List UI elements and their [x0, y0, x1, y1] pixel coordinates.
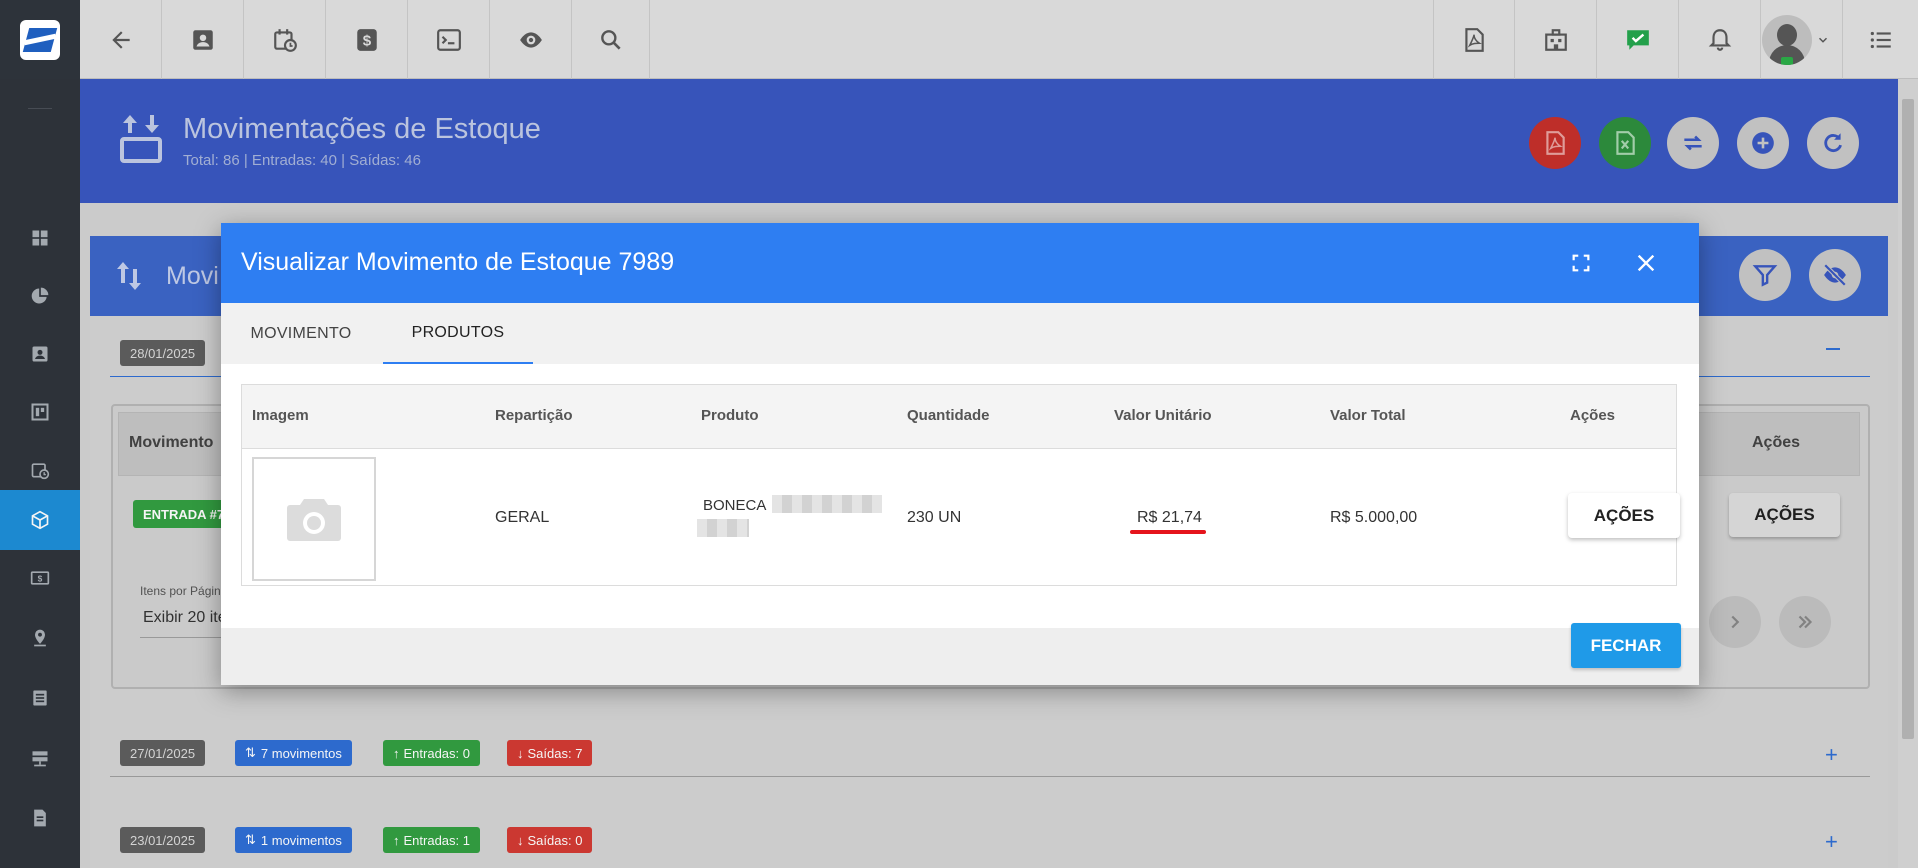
svg-text:$: $ — [362, 32, 371, 49]
pdf-button[interactable] — [1433, 0, 1515, 79]
building-icon — [1544, 28, 1567, 51]
terminal-icon — [436, 28, 461, 51]
notifications-button[interactable] — [1679, 0, 1761, 79]
calendar-clock-icon — [273, 28, 297, 52]
search-button[interactable] — [572, 0, 650, 79]
app-logo[interactable] — [0, 0, 80, 79]
fullscreen-icon — [1572, 254, 1590, 272]
tab-produtos[interactable]: PRODUTOS — [383, 303, 533, 364]
cell-valor-unitario: R$ 21,74 — [1137, 509, 1202, 526]
bell-icon — [1708, 28, 1731, 51]
top-toolbar: $ — [0, 0, 1918, 79]
redacted-text — [772, 495, 882, 513]
avatar — [1761, 14, 1812, 65]
back-arrow-icon — [111, 30, 130, 49]
scrollbar-thumb[interactable] — [1902, 99, 1914, 739]
redacted-text — [697, 519, 749, 537]
search-icon — [600, 29, 621, 50]
dialog-tabs: MOVIMENTO PRODUTOS — [221, 303, 1699, 364]
dialog-body: Imagem Repartição Produto Quantidade Val… — [221, 364, 1699, 628]
column-reparticao: Repartição — [495, 407, 573, 424]
cell-valor-total: R$ 5.000,00 — [1330, 509, 1418, 526]
chevron-down-icon — [1818, 37, 1827, 43]
view-button[interactable] — [490, 0, 572, 79]
cell-reparticao: GERAL — [495, 509, 550, 526]
column-acoes: Ações — [1570, 407, 1616, 424]
dialog-title: Visualizar Movimento de Estoque 7989 — [241, 248, 675, 276]
fechar-button[interactable]: FECHAR — [1571, 623, 1681, 668]
chat-check-icon — [1626, 29, 1649, 50]
camera-icon — [287, 499, 341, 541]
view-movement-dialog: Visualizar Movimento de Estoque 7989 MOV… — [221, 223, 1699, 685]
column-valor-unitario: Valor Unitário — [1114, 407, 1212, 424]
cell-produto: BONECA — [703, 497, 767, 514]
dialog-header: Visualizar Movimento de Estoque 7989 — [221, 223, 1699, 303]
main-menu-button[interactable] — [1843, 0, 1918, 79]
column-valor-total: Valor Total — [1330, 407, 1406, 424]
cell-quantidade: 230 UN — [907, 509, 962, 526]
contact-card-icon — [192, 29, 213, 50]
finance-button[interactable]: $ — [326, 0, 408, 79]
fullscreen-button[interactable] — [1563, 245, 1599, 281]
back-button[interactable] — [80, 0, 162, 79]
dialog-close-button[interactable] — [1628, 245, 1664, 281]
logo-icon — [20, 19, 60, 60]
dollar-icon: $ — [356, 28, 377, 51]
dialog-footer — [221, 628, 1699, 685]
column-imagem: Imagem — [252, 407, 309, 424]
column-produto: Produto — [701, 407, 759, 424]
terminal-button[interactable] — [408, 0, 490, 79]
tab-movimento[interactable]: MOVIMENTO — [221, 303, 381, 364]
product-acoes-button[interactable]: AÇÕES — [1568, 493, 1680, 538]
products-table-header: Imagem Repartição Produto Quantidade Val… — [242, 385, 1676, 449]
menu-list-icon — [1870, 31, 1891, 48]
eye-icon — [519, 31, 542, 48]
highlight-underline — [1130, 530, 1206, 534]
vertical-scrollbar[interactable] — [1898, 79, 1918, 868]
user-menu-button[interactable] — [1761, 0, 1843, 79]
close-icon — [1637, 254, 1655, 272]
tasks-button[interactable] — [1597, 0, 1679, 79]
products-table: Imagem Repartição Produto Quantidade Val… — [241, 384, 1680, 586]
column-quantidade: Quantidade — [907, 407, 990, 424]
product-image-placeholder — [252, 457, 376, 581]
company-button[interactable] — [1515, 0, 1597, 79]
pdf-icon — [1465, 27, 1484, 52]
schedule-button[interactable] — [244, 0, 326, 79]
contacts-button[interactable] — [162, 0, 244, 79]
